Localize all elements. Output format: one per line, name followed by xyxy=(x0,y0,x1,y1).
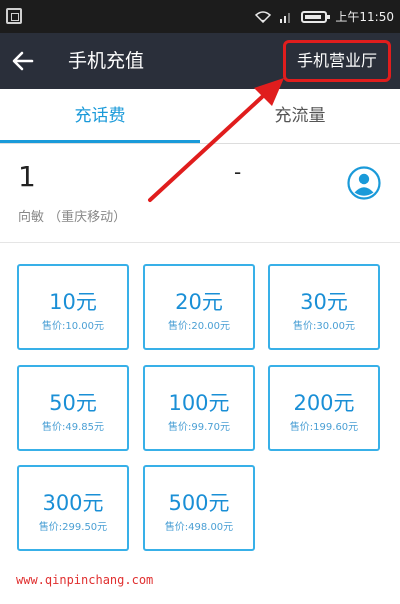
option-amount: 30元 xyxy=(300,290,348,314)
option-amount: 20元 xyxy=(175,290,223,314)
mobile-hall-button[interactable]: 手机营业厅 xyxy=(283,40,391,82)
option-amount: 100元 xyxy=(168,391,230,415)
option-price: 售价:20.00元 xyxy=(168,321,230,332)
option-price: 售价:30.00元 xyxy=(293,321,355,332)
option-price: 售价:99.70元 xyxy=(168,422,230,433)
account-section: 1 - 向敏 （重庆移动） xyxy=(0,144,400,242)
arrow-left-icon[interactable] xyxy=(10,48,36,74)
tab-recharge-data[interactable]: 充流量 xyxy=(200,89,400,144)
recharge-options: 10元 售价:10.00元 20元 售价:20.00元 30元 售价:30.00… xyxy=(0,243,400,604)
signal-icon xyxy=(279,11,293,23)
tab-recharge-call[interactable]: 充话费 xyxy=(0,89,200,144)
account-owner: 向敏 （重庆移动） xyxy=(18,210,127,225)
option-price: 售价:299.50元 xyxy=(38,522,108,533)
option-amount: 50元 xyxy=(49,391,97,415)
phone-number-separator: - xyxy=(234,160,242,184)
recharge-option-300[interactable]: 300元 售价:299.50元 xyxy=(17,465,129,551)
status-bar: 上午11:50 xyxy=(0,0,400,33)
option-price: 售价:498.00元 xyxy=(164,522,234,533)
status-time: 上午11:50 xyxy=(335,10,394,24)
option-price: 售价:10.00元 xyxy=(42,321,104,332)
phone-number-input[interactable]: 1 xyxy=(18,160,37,193)
status-bar-right: 上午11:50 xyxy=(255,0,394,33)
app-bar: 手机充值 手机营业厅 xyxy=(0,33,400,89)
recharge-option-30[interactable]: 30元 售价:30.00元 xyxy=(268,264,380,350)
wifi-icon xyxy=(255,10,272,23)
recharge-option-100[interactable]: 100元 售价:99.70元 xyxy=(143,365,255,451)
contact-icon[interactable] xyxy=(347,166,381,200)
tab-bar: 充话费 充流量 xyxy=(0,89,400,144)
option-amount: 10元 xyxy=(49,290,97,314)
recharge-option-50[interactable]: 50元 售价:49.85元 xyxy=(17,365,129,451)
notification-icon xyxy=(6,8,22,24)
battery-icon xyxy=(301,10,331,23)
option-amount: 200元 xyxy=(293,391,355,415)
recharge-option-200[interactable]: 200元 售价:199.60元 xyxy=(268,365,380,451)
option-amount: 500元 xyxy=(168,491,230,515)
recharge-option-20[interactable]: 20元 售价:20.00元 xyxy=(143,264,255,350)
watermark: www.qinpinchang.com xyxy=(16,573,154,587)
recharge-option-10[interactable]: 10元 售价:10.00元 xyxy=(17,264,129,350)
recharge-option-500[interactable]: 500元 售价:498.00元 xyxy=(143,465,255,551)
option-price: 售价:199.60元 xyxy=(289,422,359,433)
option-price: 售价:49.85元 xyxy=(42,422,104,433)
page-title: 手机充值 xyxy=(68,50,145,72)
option-amount: 300元 xyxy=(42,491,104,515)
